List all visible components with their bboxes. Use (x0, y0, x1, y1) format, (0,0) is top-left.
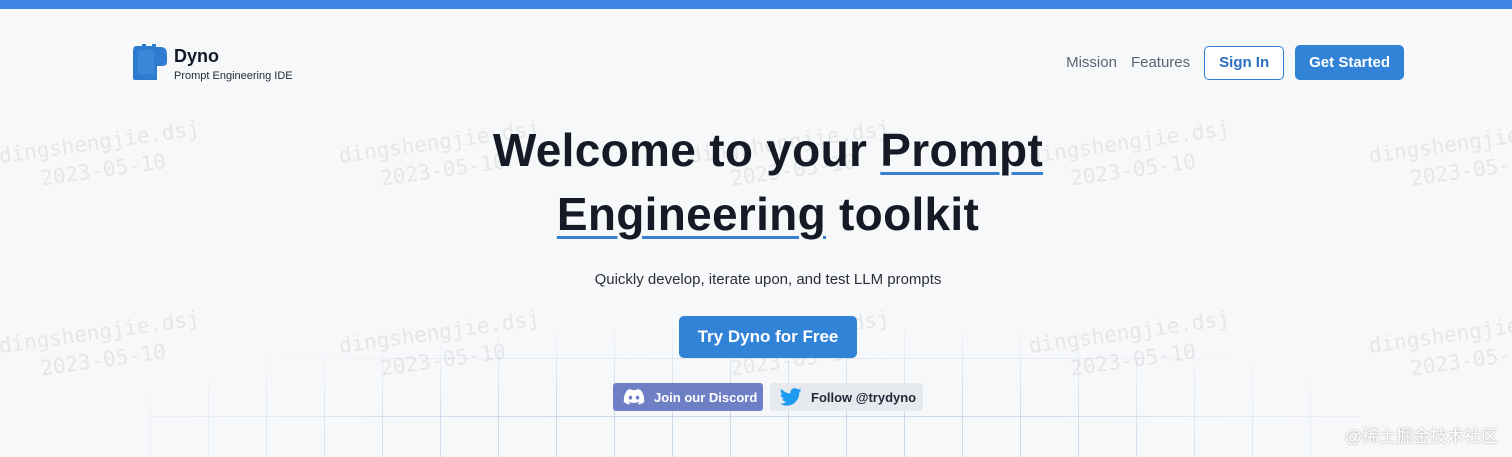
hero-title-text: Welcome to your (492, 124, 881, 176)
hero-title: Welcome to your Prompt Engineering toolk… (0, 118, 1512, 246)
sign-in-button[interactable]: Sign In (1204, 45, 1285, 80)
watermark: dingshengjie.dsj2023-05-10 (1367, 306, 1512, 381)
brand[interactable]: Dyno Prompt Engineering IDE (132, 44, 293, 82)
brand-name: Dyno (174, 46, 219, 66)
hero-title-text: toolkit (825, 188, 980, 240)
discord-icon (623, 389, 645, 405)
follow-twitter-button[interactable]: Follow @trydyno (770, 383, 923, 411)
corner-watermark: @稀土掘金技术社区 (1344, 427, 1498, 446)
twitter-icon (780, 388, 802, 406)
nav-link-features[interactable]: Features (1131, 54, 1190, 71)
hero-title-highlight: Engineering (556, 188, 826, 240)
brand-tagline: Prompt Engineering IDE (174, 70, 293, 82)
top-nav: Mission Features Sign In Get Started (1066, 45, 1404, 80)
hero-title-highlight: Prompt (880, 124, 1044, 176)
try-dyno-free-button[interactable]: Try Dyno for Free (679, 316, 857, 358)
dyno-logo-icon (133, 44, 167, 80)
twitter-label: Follow @trydyno (811, 389, 917, 405)
hero-subtitle: Quickly develop, iterate upon, and test … (594, 271, 942, 288)
nav-link-mission[interactable]: Mission (1066, 54, 1117, 71)
top-accent-bar (0, 0, 1512, 9)
get-started-button[interactable]: Get Started (1295, 45, 1404, 80)
discord-label: Join our Discord (654, 389, 758, 405)
join-discord-button[interactable]: Join our Discord (613, 383, 763, 411)
